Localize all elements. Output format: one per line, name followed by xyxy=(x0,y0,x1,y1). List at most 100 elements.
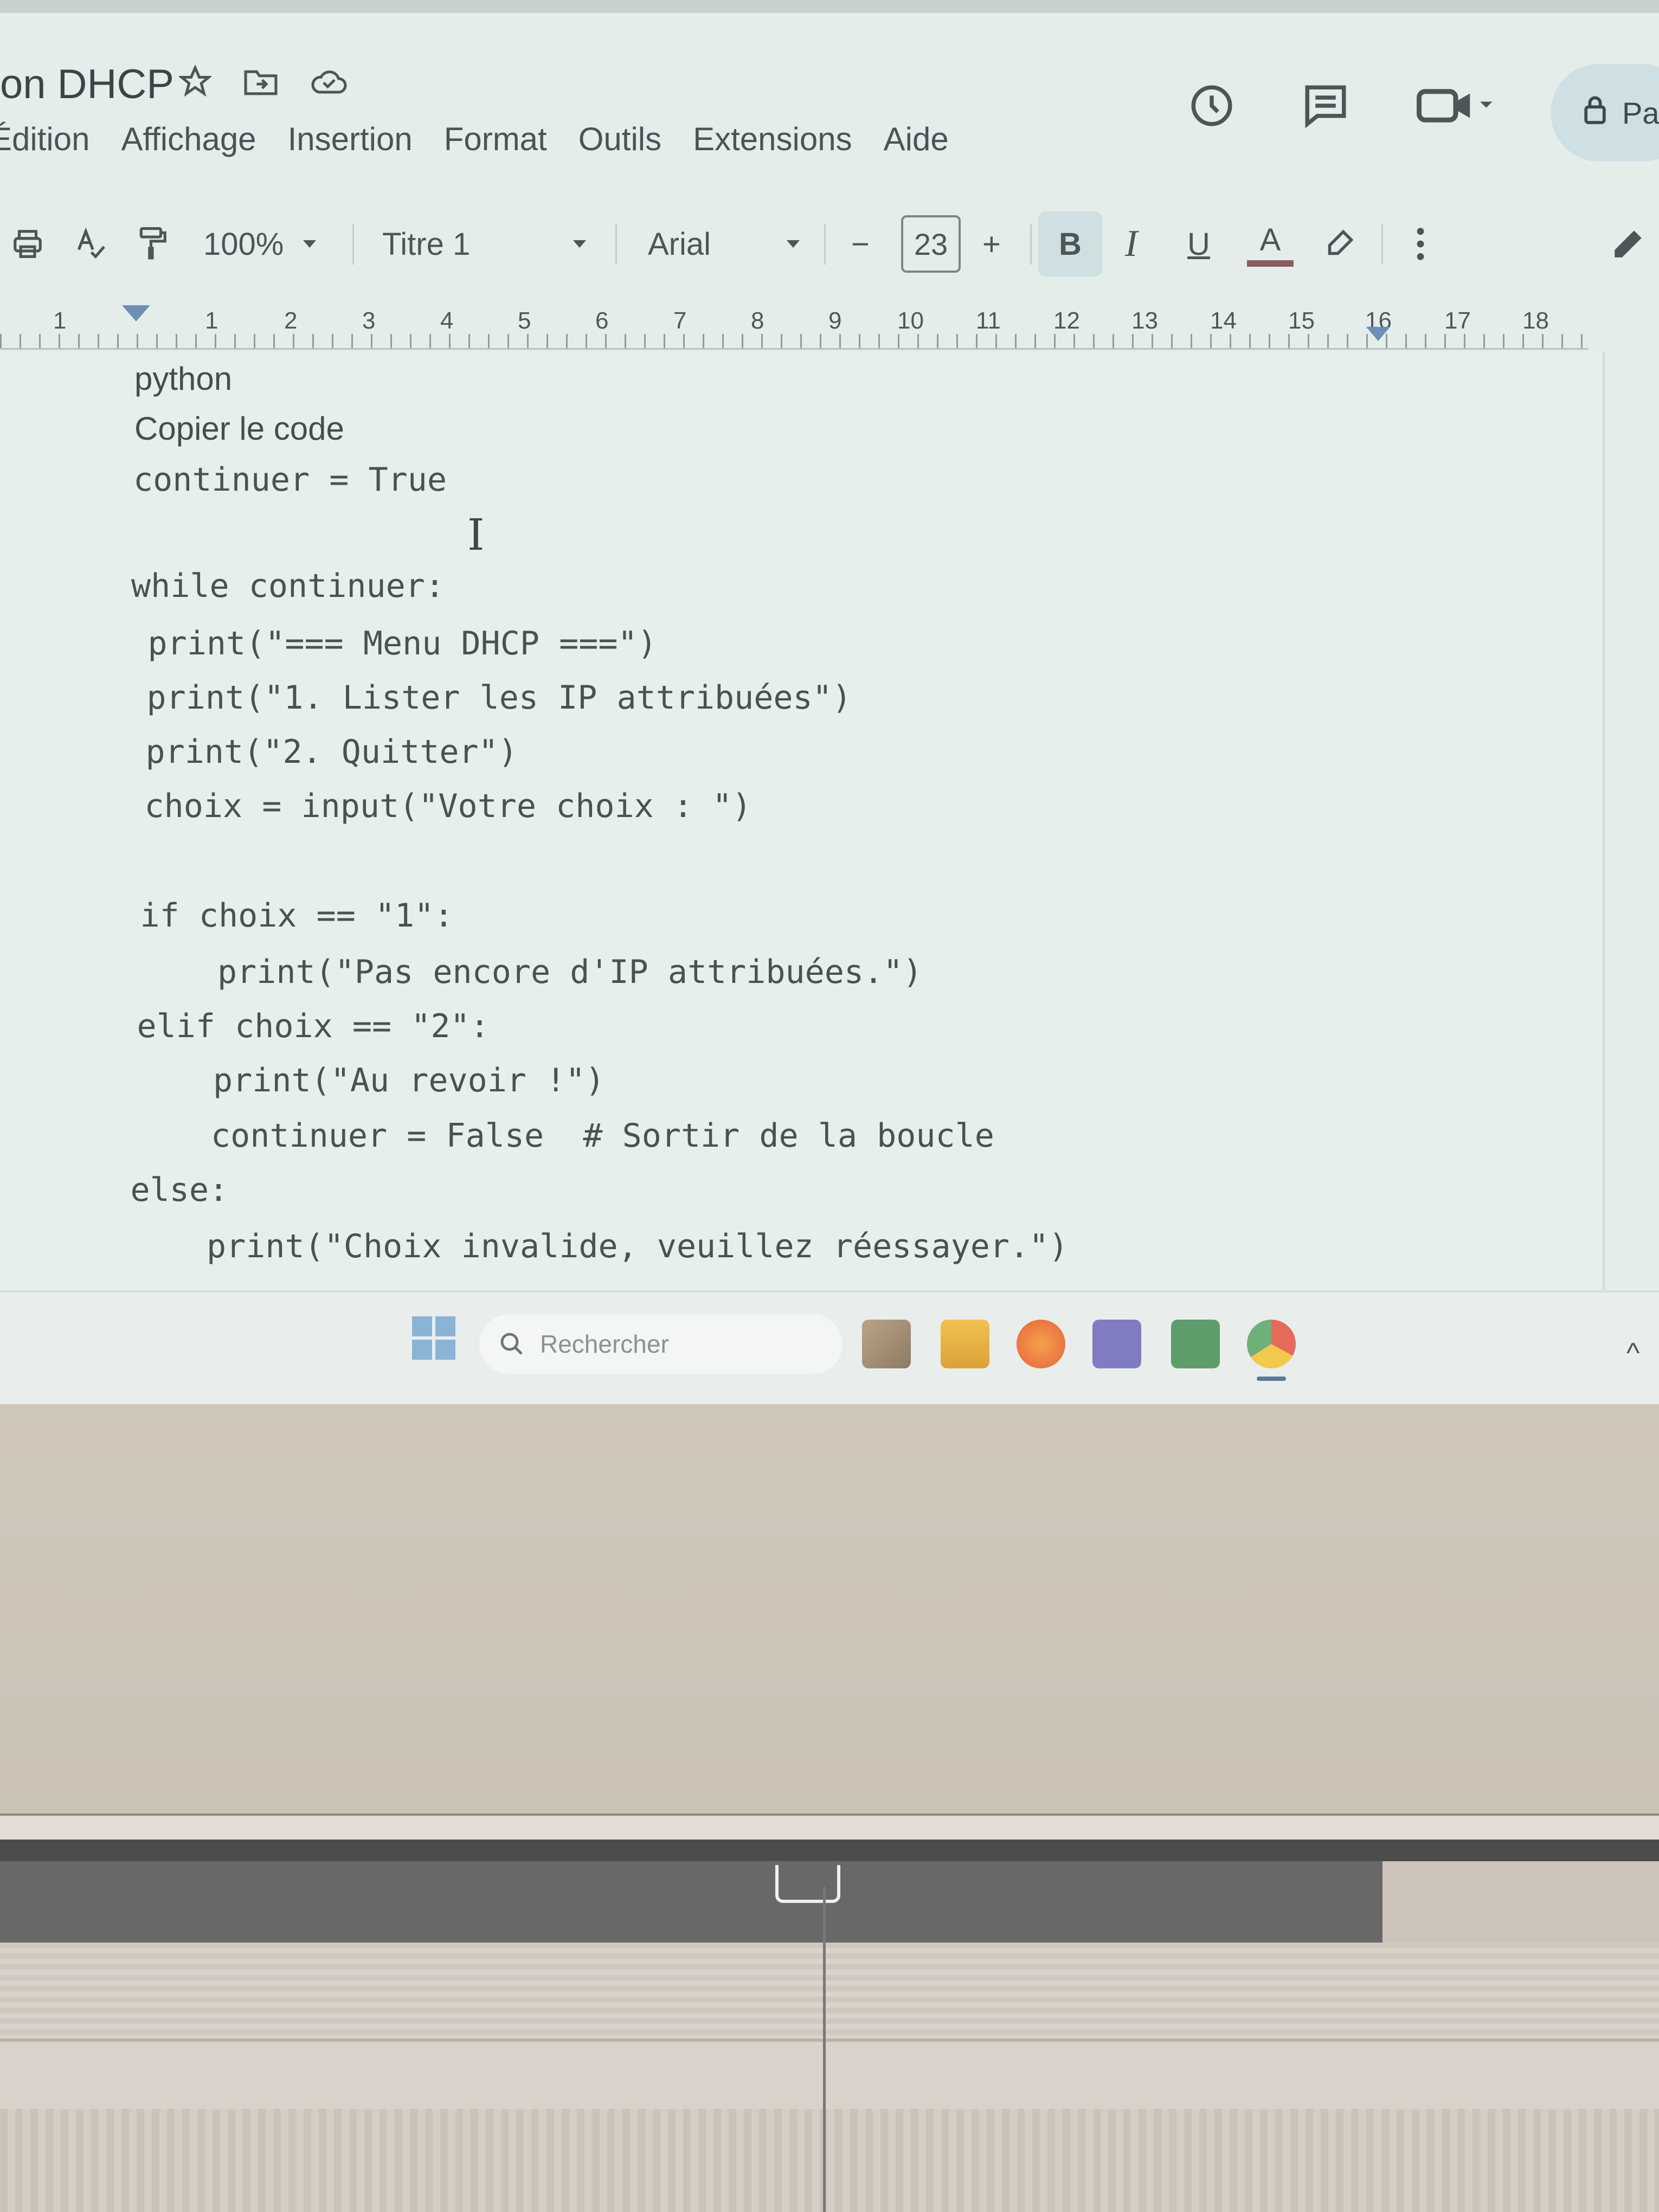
code-line: elif choix == "2": xyxy=(59,1007,490,1045)
ruler-number: 3 xyxy=(362,307,376,334)
ruler-number: 9 xyxy=(828,307,842,334)
zoom-select[interactable]: 100% xyxy=(203,206,317,282)
text-color-label: A xyxy=(1259,222,1281,258)
chevron-down-icon xyxy=(303,240,317,248)
font-value: Arial xyxy=(648,226,711,262)
screen-pull-handle xyxy=(775,1865,840,1903)
style-value: Titre 1 xyxy=(382,226,471,262)
increase-font-size-button[interactable]: + xyxy=(982,206,1001,282)
menu-insertion[interactable]: Insertion xyxy=(288,120,413,158)
menu-outils[interactable]: Outils xyxy=(578,120,661,158)
document-page[interactable]: python Copier le code continuer = True w… xyxy=(0,351,1605,1307)
wall-texture xyxy=(0,2109,1659,2212)
code-language-label: python xyxy=(134,361,233,397)
text-cursor-icon: I xyxy=(467,510,485,560)
text-color-swatch xyxy=(1247,260,1294,267)
wall-ledge xyxy=(0,2039,1659,2109)
meet-video-icon[interactable] xyxy=(1415,81,1496,130)
windows-start-icon[interactable] xyxy=(412,1316,455,1360)
menu-extensions[interactable]: Extensions xyxy=(693,120,852,158)
comments-icon[interactable] xyxy=(1301,81,1350,130)
chevron-up-icon[interactable]: ^ xyxy=(1626,1337,1639,1369)
toolbar-divider xyxy=(1381,224,1383,265)
more-options-icon[interactable] xyxy=(1412,206,1429,282)
ruler-number: 5 xyxy=(518,307,531,334)
toolbar-divider xyxy=(352,224,354,265)
editing-mode-pencil-icon[interactable] xyxy=(1610,206,1646,282)
whiteboard-rail-shadow xyxy=(0,1861,1382,1943)
menu-edition[interactable]: Édition xyxy=(0,120,89,158)
menu-aide[interactable]: Aide xyxy=(884,120,949,158)
underline-label: U xyxy=(1187,226,1210,262)
excel-app-icon[interactable] xyxy=(1171,1320,1220,1368)
underline-button[interactable]: U xyxy=(1187,206,1210,282)
bold-button[interactable]: B xyxy=(1038,206,1102,282)
onenote-app-icon[interactable] xyxy=(1092,1320,1141,1368)
ruler-number: 11 xyxy=(976,307,1001,334)
ruler-number: 12 xyxy=(1053,307,1080,334)
star-icon[interactable] xyxy=(179,65,211,98)
ruler-number: 14 xyxy=(1210,307,1237,334)
highlight-pen-icon[interactable] xyxy=(1323,206,1355,282)
firefox-app-icon[interactable] xyxy=(1017,1320,1065,1368)
browser-edge xyxy=(0,0,1659,13)
ruler-number: 18 xyxy=(1522,307,1549,334)
bold-label: B xyxy=(1038,211,1102,276)
menubar: Édition Affichage Insertion Format Outil… xyxy=(0,120,949,158)
code-line: print("2. Quitter") xyxy=(67,733,518,771)
code-line: while continuer: xyxy=(131,567,445,605)
ruler-number: 1 xyxy=(53,307,67,334)
whiteboard-rail-bar xyxy=(0,1840,1659,1861)
ruler-number: 6 xyxy=(595,307,609,334)
chevron-down-icon xyxy=(573,240,587,248)
wall-below-screen xyxy=(0,1404,1659,1816)
spellcheck-icon[interactable] xyxy=(73,206,107,282)
code-line: continuer = True xyxy=(133,461,447,499)
code-line: print("=== Menu DHCP ===") xyxy=(69,625,657,663)
ruler-number: 13 xyxy=(1131,307,1158,334)
active-app-indicator xyxy=(1257,1377,1286,1381)
decrease-font-size-button[interactable]: − xyxy=(851,206,870,282)
chrome-app-icon[interactable] xyxy=(1247,1320,1296,1368)
projected-screen: on DHCP Édition Affichage Insertion Form… xyxy=(0,0,1659,1404)
code-line: choix = input("Votre choix : ") xyxy=(66,787,752,825)
code-line: continuer = False # Sortir de la boucle xyxy=(54,1117,994,1155)
italic-button[interactable]: I xyxy=(1125,206,1137,282)
history-icon[interactable] xyxy=(1187,81,1236,130)
text-color-button[interactable]: A xyxy=(1247,206,1294,282)
style-select[interactable]: Titre 1 xyxy=(382,206,587,282)
taskbar: Rechercher ^ xyxy=(0,1290,1659,1404)
ruler-number: 1 xyxy=(205,307,218,334)
ruler-number: 17 xyxy=(1444,307,1471,334)
header-actions xyxy=(1187,81,1496,130)
document-title[interactable]: on DHCP xyxy=(0,61,174,108)
zoom-value: 100% xyxy=(203,226,284,262)
paint-format-icon[interactable] xyxy=(136,206,169,282)
search-placeholder: Rechercher xyxy=(540,1330,669,1358)
print-icon[interactable] xyxy=(11,206,44,282)
lock-icon xyxy=(1582,94,1608,132)
ruler-ticks xyxy=(0,334,1589,348)
code-line: print("Choix invalide, veuillez réessaye… xyxy=(50,1227,1069,1265)
toolbar-divider xyxy=(824,224,826,265)
copy-code-label[interactable]: Copier le code xyxy=(134,410,344,447)
whiteboard-rail xyxy=(0,1814,1659,1840)
share-button[interactable]: Pa xyxy=(1551,64,1659,162)
font-select[interactable]: Arial xyxy=(648,206,800,282)
ruler-number: 2 xyxy=(284,307,298,334)
font-size-field[interactable]: 23 xyxy=(901,206,961,282)
menu-affichage[interactable]: Affichage xyxy=(121,120,256,158)
code-line: print("Au revoir !") xyxy=(56,1062,605,1099)
cloud-saved-icon[interactable] xyxy=(310,65,348,98)
file-explorer-app-icon[interactable] xyxy=(862,1320,911,1368)
taskbar-search-input[interactable]: Rechercher xyxy=(479,1314,843,1374)
toolbar-divider xyxy=(1030,224,1032,265)
move-folder-icon[interactable] xyxy=(243,65,279,98)
ruler-number: 4 xyxy=(440,307,454,334)
indent-marker-icon[interactable] xyxy=(122,305,150,321)
code-line: print("Pas encore d'IP attribuées.") xyxy=(61,953,923,991)
toolbar: 100% Titre 1 Arial − 23 + B I U A xyxy=(0,206,1659,282)
menu-format[interactable]: Format xyxy=(444,120,547,158)
folder-app-icon[interactable] xyxy=(941,1320,989,1368)
ruler[interactable]: 1 1 2 3 4 5 6 7 8 9 10 11 12 13 14 15 16… xyxy=(0,295,1589,350)
